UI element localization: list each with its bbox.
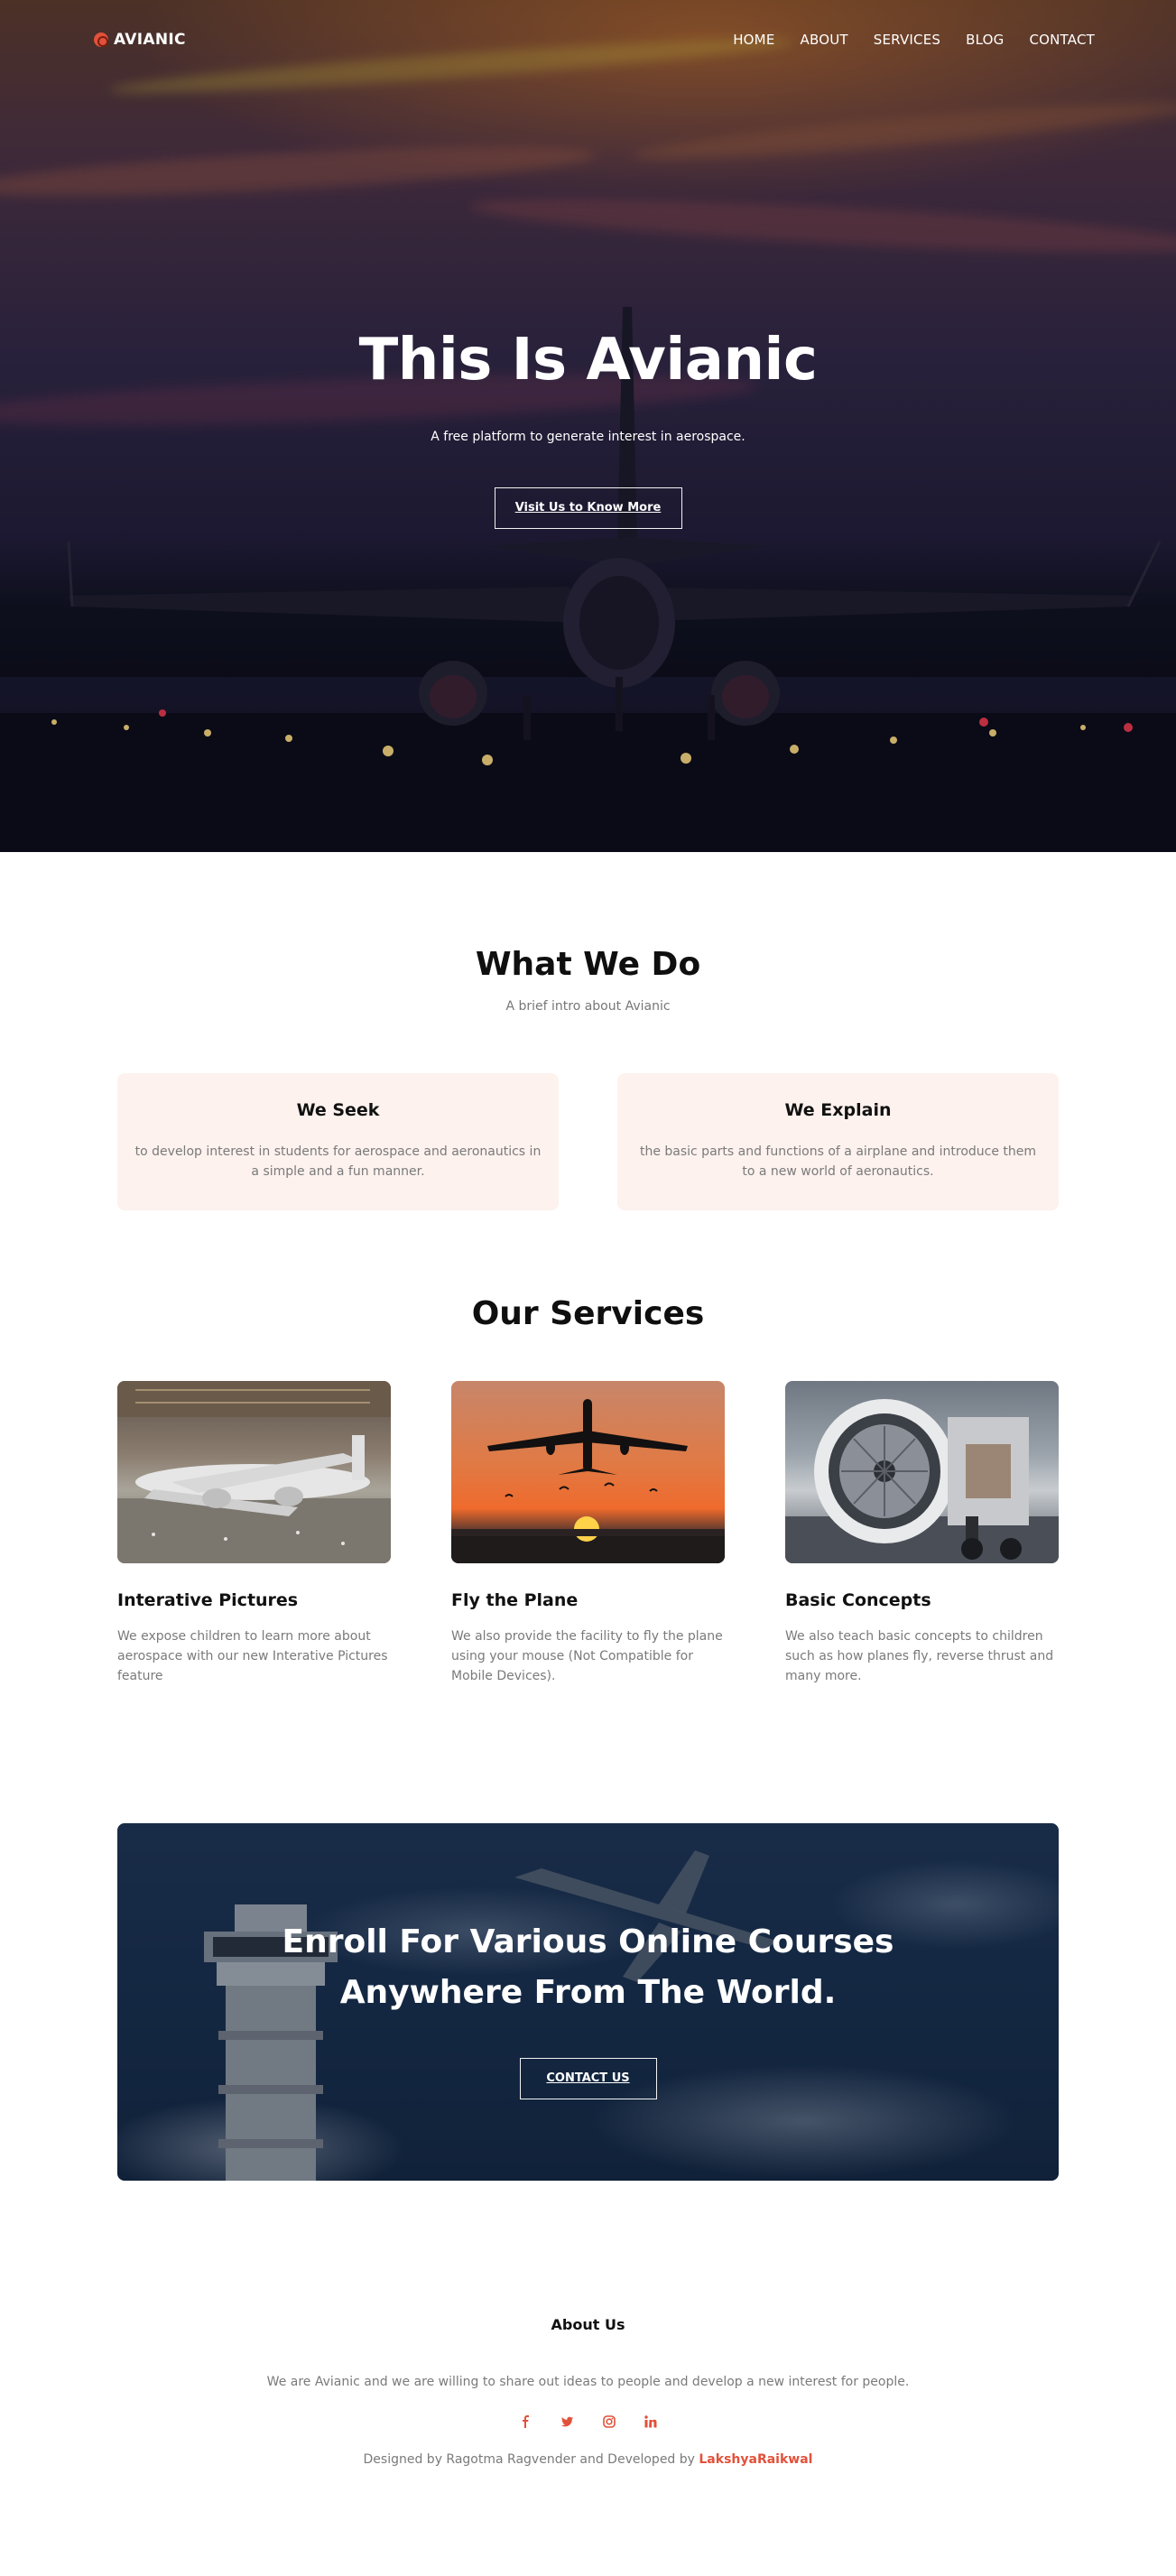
service-text: We also teach basic concepts to children… [785, 1629, 1054, 1683]
section-subtitle: A brief intro about Avianic [505, 999, 671, 1014]
enroll-title-line-1: Enroll For Various Online Courses [282, 1923, 894, 1960]
enroll-section: Enroll For Various Online Courses Anywhe… [0, 1686, 1176, 2181]
service-item: Basic Concepts We also teach basic conce… [785, 1381, 1059, 1686]
hero-title: This Is Avianic [358, 327, 818, 394]
credits-text: Designed by Ragotma Ragvender and Develo… [363, 2452, 699, 2467]
intro-card: We Explain the basic parts and functions… [617, 1073, 1059, 1210]
services-section: Our Services Interative Pictures We expo… [0, 1210, 1176, 1686]
social-links [0, 2414, 1176, 2428]
service-item: Fly the Plane We also provide the facili… [451, 1381, 725, 1686]
card-text: the basic parts and functions of a airpl… [639, 1144, 1037, 1179]
footer-text: We are Avianic and we are willing to sha… [266, 2375, 910, 2389]
card-title: We Seek [296, 1100, 380, 1120]
brand-name: AVIANIC [114, 31, 186, 49]
enroll-title: Enroll For Various Online Courses Anywhe… [117, 1917, 1059, 2018]
nav-item-services[interactable]: SERVICES [874, 32, 940, 48]
hangar-image[interactable] [117, 1381, 391, 1563]
contact-us-button[interactable]: CONTACT US [519, 2058, 657, 2099]
nav-item-about[interactable]: ABOUT [801, 32, 848, 48]
footer: About Us We are Avianic and we are willi… [0, 2181, 1176, 2494]
twitter-icon[interactable] [560, 2414, 574, 2427]
logo-icon [94, 32, 108, 47]
nav-item-blog[interactable]: BLOG [966, 32, 1004, 48]
card-text: to develop interest in students for aero… [134, 1144, 542, 1179]
section-title: What We Do [475, 946, 701, 983]
instagram-icon[interactable] [602, 2414, 616, 2428]
linkedin-icon[interactable] [644, 2414, 657, 2428]
section-title: Our Services [471, 1295, 705, 1332]
nav-menu: HOME ABOUT SERVICES BLOG CONTACT [733, 32, 1095, 48]
nav-item-contact[interactable]: CONTACT [1029, 32, 1095, 48]
services-grid: Interative Pictures We expose children t… [117, 1381, 1059, 1686]
footer-credits: Designed by Ragotma Ragvender and Develo… [0, 2452, 1176, 2467]
top-navbar: AVIANIC HOME ABOUT SERVICES BLOG CONTACT [94, 31, 1095, 49]
card-title: We Explain [784, 1100, 892, 1120]
hero-content: This Is Avianic A free platform to gener… [0, 327, 1176, 529]
intro-cards: We Seek to develop interest in students … [117, 1073, 1059, 1210]
footer-title: About Us [551, 2316, 625, 2333]
service-text: We expose children to learn more about a… [117, 1629, 388, 1683]
nav-item-home[interactable]: HOME [733, 32, 774, 48]
service-title: Interative Pictures [117, 1590, 299, 1610]
jet-engine-image[interactable] [785, 1381, 1059, 1563]
enroll-banner: Enroll For Various Online Courses Anywhe… [117, 1823, 1059, 2181]
service-title: Fly the Plane [451, 1590, 579, 1610]
service-item: Interative Pictures We expose children t… [117, 1381, 391, 1686]
service-text: We also provide the facility to fly the … [451, 1629, 723, 1683]
sunset-plane-image[interactable] [451, 1381, 725, 1563]
visit-us-button[interactable]: Visit Us to Know More [494, 487, 682, 529]
brand-logo[interactable]: AVIANIC [94, 31, 186, 49]
hero-subtitle: A free platform to generate interest in … [431, 430, 745, 444]
hero-section: AVIANIC HOME ABOUT SERVICES BLOG CONTACT… [0, 0, 1176, 852]
what-we-do-section: What We Do A brief intro about Avianic W… [0, 852, 1176, 1210]
intro-card: We Seek to develop interest in students … [117, 1073, 559, 1210]
enroll-content: Enroll For Various Online Courses Anywhe… [117, 1917, 1059, 2099]
developer-link[interactable]: LakshyaRaikwal [699, 2452, 812, 2467]
service-title: Basic Concepts [785, 1590, 931, 1610]
enroll-title-line-2: Anywhere From The World. [339, 1974, 837, 2011]
facebook-icon[interactable] [520, 2414, 532, 2428]
